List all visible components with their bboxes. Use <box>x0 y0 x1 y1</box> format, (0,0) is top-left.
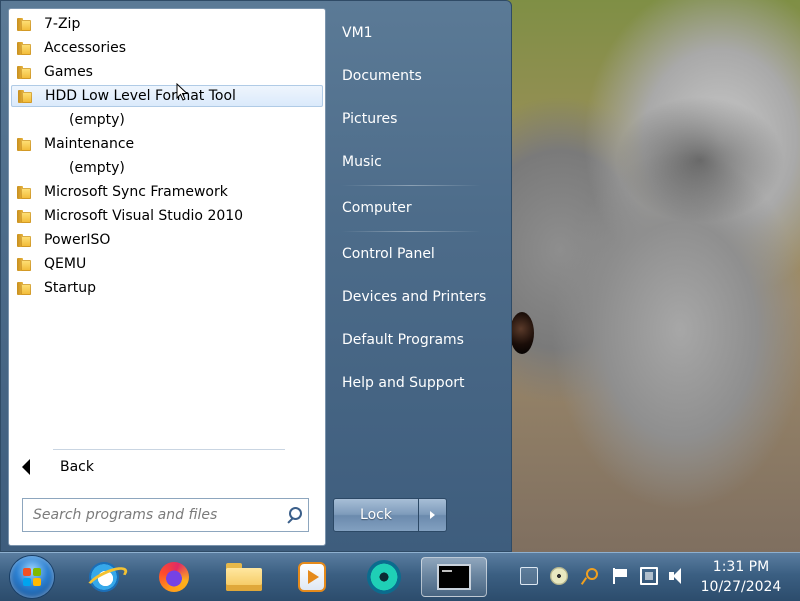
taskbar: 1:31 PM 10/27/2024 <box>0 552 800 601</box>
firefox-button[interactable] <box>153 557 195 597</box>
program-folder-label: Microsoft Sync Framework <box>44 184 228 200</box>
program-folder-label: PowerISO <box>44 232 111 248</box>
empty-folder-item[interactable]: (empty) <box>11 157 323 179</box>
clock-time: 1:31 PM <box>712 559 770 575</box>
system-clock[interactable]: 1:31 PM 10/27/2024 <box>696 557 786 597</box>
folder-icon <box>17 257 32 271</box>
shutdown-options-button[interactable] <box>419 498 447 532</box>
empty-folder-label: (empty) <box>69 160 125 176</box>
back-label: Back <box>60 459 94 475</box>
program-folder-item[interactable]: Microsoft Visual Studio 2010 <box>11 205 323 227</box>
cd-drive-icon[interactable] <box>550 567 568 585</box>
program-folder-item[interactable]: PowerISO <box>11 229 323 251</box>
pictures-link[interactable]: Pictures <box>335 104 495 134</box>
empty-folder-label: (empty) <box>69 112 125 128</box>
media-player-button[interactable] <box>291 557 333 597</box>
program-folder-label: Games <box>44 64 93 80</box>
dvd-maker-icon <box>367 560 401 594</box>
documents-link[interactable]: Documents <box>335 61 495 91</box>
folder-icon <box>17 233 32 247</box>
internet-explorer-icon <box>89 562 119 592</box>
program-folder-item[interactable]: QEMU <box>11 253 323 275</box>
program-folder-label: HDD Low Level Format Tool <box>45 88 236 104</box>
program-folder-label: Maintenance <box>44 136 135 152</box>
keyboard-icon[interactable] <box>520 567 538 585</box>
program-folder-label: Microsoft Visual Studio 2010 <box>44 208 244 224</box>
program-folder-item[interactable]: Maintenance <box>11 133 323 155</box>
back-separator <box>53 449 285 450</box>
program-folder-item[interactable]: Games <box>11 61 323 83</box>
koala-eye <box>510 312 534 354</box>
devices-printers-link[interactable]: Devices and Printers <box>335 282 495 312</box>
clock-date: 10/27/2024 <box>700 579 782 595</box>
default-programs-link[interactable]: Default Programs <box>335 325 495 355</box>
right-separator <box>341 231 481 232</box>
folder-icon <box>17 185 32 199</box>
action-center-flag-icon[interactable] <box>611 567 629 585</box>
back-arrow-icon <box>22 459 30 475</box>
windows-logo-icon <box>23 568 41 586</box>
program-folder-label: Accessories <box>44 40 127 56</box>
search-box[interactable] <box>22 498 309 532</box>
folder-icon <box>17 137 32 151</box>
search-input[interactable] <box>31 500 284 530</box>
file-explorer-icon <box>226 563 262 591</box>
internet-explorer-button[interactable] <box>83 557 125 597</box>
program-folder-label: Startup <box>44 280 96 296</box>
file-explorer-button[interactable] <box>223 557 265 597</box>
program-folder-item[interactable]: Startup <box>11 277 323 299</box>
folder-icon <box>17 209 32 223</box>
command-prompt-button[interactable] <box>421 557 487 597</box>
folder-icon <box>17 17 32 31</box>
folder-icon <box>17 281 32 295</box>
chevron-right-icon <box>430 511 435 519</box>
back-button[interactable]: Back <box>19 455 94 479</box>
program-folder-item[interactable]: Microsoft Sync Framework <box>11 181 323 203</box>
key-icon[interactable] <box>580 567 598 585</box>
control-panel-link[interactable]: Control Panel <box>335 239 495 269</box>
media-player-icon <box>298 562 326 592</box>
network-icon[interactable] <box>640 567 658 585</box>
command-prompt-icon <box>437 564 471 590</box>
programs-pane: 7-Zip Accessories Games HDD Low Level Forma… <box>8 8 326 546</box>
program-folder-item[interactable]: 7-Zip <box>11 13 323 35</box>
start-menu: 7-Zip Accessories Games HDD Low Level Forma… <box>0 0 512 552</box>
user-folder-link[interactable]: VM1 <box>335 18 495 48</box>
lock-button[interactable]: Lock <box>333 498 419 532</box>
empty-folder-item[interactable]: (empty) <box>11 109 323 131</box>
folder-icon <box>18 89 33 103</box>
program-folder-item[interactable]: Accessories <box>11 37 323 59</box>
search-icon[interactable] <box>284 506 302 524</box>
program-folder-item[interactable]: HDD Low Level Format Tool <box>11 85 323 107</box>
program-folder-label: 7-Zip <box>44 16 81 32</box>
volume-icon[interactable] <box>668 567 686 585</box>
computer-link[interactable]: Computer <box>335 193 495 223</box>
folder-icon <box>17 41 32 55</box>
mouse-cursor-icon <box>176 83 188 101</box>
start-button[interactable] <box>10 556 54 598</box>
firefox-icon <box>159 562 189 592</box>
help-support-link[interactable]: Help and Support <box>335 368 495 398</box>
dvd-maker-button[interactable] <box>363 557 405 597</box>
right-separator <box>341 185 481 186</box>
program-folder-label: QEMU <box>44 256 87 272</box>
folder-icon <box>17 65 32 79</box>
music-link[interactable]: Music <box>335 147 495 177</box>
